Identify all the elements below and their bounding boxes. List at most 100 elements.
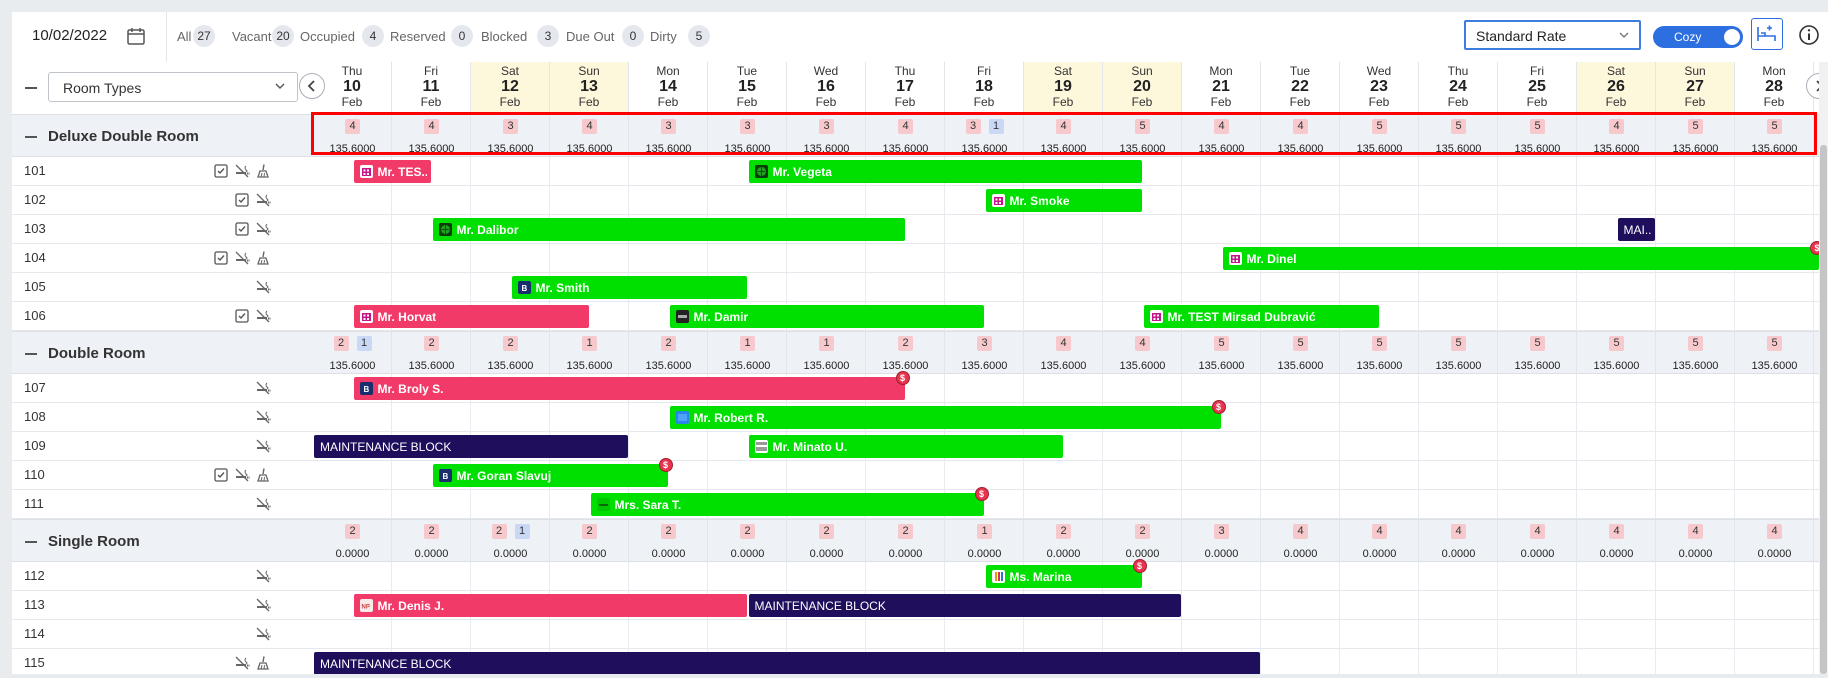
room-types-select[interactable]: Room Types (48, 72, 298, 102)
collapse-category-icon[interactable] (25, 135, 37, 138)
date-column-header[interactable]: Tue 22 Feb (1261, 62, 1340, 114)
date-column-header[interactable]: Sat 19 Feb (1024, 62, 1103, 114)
reservation-bar[interactable]: B Mr. Goran Slavuj $ (432, 458, 673, 487)
cleaning-icon (257, 656, 269, 670)
filter-occupied-label: Occupied (300, 29, 355, 44)
date-column-header[interactable]: Mon 14 Feb (629, 62, 708, 114)
reservation-bar[interactable]: Mr. Smoke (985, 189, 1142, 212)
reservation-bar[interactable]: Mr. TES... (353, 160, 431, 183)
room-row-110[interactable]: 110 (12, 461, 313, 490)
reservation-bar[interactable]: NP Mr. Denis J. (353, 594, 747, 617)
reservation-bar[interactable]: Mr. Vegeta (748, 160, 1142, 183)
date-column-header[interactable]: Fri 11 Feb (392, 62, 471, 114)
date-column-header[interactable]: Sat 12 Feb (471, 62, 550, 114)
reservation-guest-name: Mr. Smith (535, 281, 590, 295)
room-row-107[interactable]: 107 (12, 374, 313, 403)
collapse-category-icon[interactable] (25, 540, 37, 543)
maintenance-block[interactable]: MAINTENANCE BLOCK (314, 435, 628, 458)
cozy-view-toggle[interactable]: Cozy (1653, 26, 1743, 48)
reservation-bar[interactable]: Ms. Marina $ (985, 559, 1147, 588)
room-row-106[interactable]: 106 (12, 302, 313, 331)
room-number: 108 (24, 409, 46, 424)
no-smoking-icon (256, 222, 271, 236)
category-row-double-room[interactable]: Double Room (12, 331, 313, 374)
availability-cell: 4 135.6000 (550, 115, 629, 158)
date-column-header[interactable]: Sun 13 Feb (550, 62, 629, 114)
availability-badges: 4 (1024, 119, 1103, 134)
rate-price: 135.6000 (645, 143, 692, 155)
maintenance-block[interactable]: MAINTENANCE BLOCK (314, 652, 1260, 674)
reservation-bar[interactable]: Mr. Damir (669, 305, 984, 328)
reservation-bar[interactable]: Mrs. Sara T. $ (590, 487, 989, 516)
reservation-bar[interactable]: B Mr. Smith (511, 276, 747, 299)
availability-badges: 5 (1735, 119, 1814, 134)
room-grid-row: B Mr. Smith (313, 273, 1819, 302)
filter-dirty-count: 5 (688, 25, 710, 47)
date-column-header[interactable]: Sun 20 Feb (1103, 62, 1182, 114)
availability-cell: 5 135.6000 (1419, 115, 1498, 158)
maintenance-block[interactable]: MAINTENANCE BLOCK (748, 594, 1181, 617)
month-label: Feb (1368, 95, 1390, 109)
no-smoking-icon (234, 163, 250, 184)
reservation-bar[interactable]: Mr. Horvat (353, 305, 589, 328)
date-column-header[interactable]: Fri 25 Feb (1498, 62, 1577, 114)
chevron-left-icon (307, 80, 315, 92)
cleaning-icon (255, 655, 271, 676)
date-column-header[interactable]: Sat 26 Feb (1577, 62, 1656, 114)
room-number: 114 (24, 626, 45, 641)
date-column-header[interactable]: Thu 17 Feb (866, 62, 945, 114)
reservation-guest-name: Mr. Dalibor (456, 223, 519, 237)
maintenance-block[interactable]: MAI... (1617, 218, 1655, 241)
collapse-category-icon[interactable] (25, 352, 37, 355)
rate-price: 135.6000 (1356, 143, 1403, 155)
reservation-bar[interactable]: Mr. Minato U. (748, 435, 1063, 458)
rate-price: 0.0000 (967, 548, 1002, 560)
reservation-bar[interactable]: Mr. TEST Mirsad Dubravić (1143, 305, 1379, 328)
date-column-header[interactable]: Tue 15 Feb (708, 62, 787, 114)
available-count-badge: 5 (1530, 119, 1545, 134)
date-column-header[interactable]: Mon 28 Feb (1735, 62, 1814, 114)
room-row-101[interactable]: 101 (12, 157, 313, 186)
room-row-103[interactable]: 103 (12, 215, 313, 244)
info-icon[interactable] (1798, 24, 1820, 46)
room-row-104[interactable]: 104 (12, 244, 313, 273)
room-row-111[interactable]: 111 (12, 490, 313, 519)
date-column-header[interactable]: Mon 21 Feb (1182, 62, 1261, 114)
room-row-108[interactable]: 108 (12, 403, 313, 432)
availability-badges: 21 (313, 336, 392, 351)
availability-badges: 5 (1340, 119, 1419, 134)
weekday-label: Mon (656, 64, 680, 78)
day-number: 15 (738, 78, 756, 95)
category-row-deluxe-double-room[interactable]: Deluxe Double Room (12, 114, 313, 157)
room-row-105[interactable]: 105 (12, 273, 313, 302)
calendar-icon[interactable] (126, 26, 146, 46)
reservation-bar[interactable]: Mr. Dalibor (432, 218, 905, 241)
prev-dates-button[interactable] (299, 73, 325, 99)
room-row-113[interactable]: 113 (12, 591, 313, 620)
date-column-header[interactable]: Thu 24 Feb (1419, 62, 1498, 114)
date-column-header[interactable]: Fri 18 Feb (945, 62, 1024, 114)
date-column-header[interactable]: Sun 27 Feb (1656, 62, 1735, 114)
rate-price: 135.6000 (408, 143, 455, 155)
reservation-bar[interactable]: B Mr. Broly S. $ (353, 371, 910, 400)
reservation-bar[interactable]: Mr. Robert R. $ (669, 400, 1226, 429)
room-row-109[interactable]: 109 (12, 432, 313, 461)
available-count-badge: 2 (898, 524, 913, 539)
cleaning-icon (255, 163, 271, 184)
room-row-114[interactable]: 114 (12, 620, 313, 649)
date-column-header[interactable]: Wed 23 Feb (1340, 62, 1419, 114)
room-row-102[interactable]: 102 (12, 186, 313, 215)
rate-select[interactable]: Standard Rate (1464, 20, 1641, 50)
month-label: Feb (1526, 95, 1548, 109)
room-number: 109 (24, 438, 46, 453)
vertical-scrollbar-thumb[interactable] (1820, 145, 1827, 674)
rate-price: 0.0000 (1678, 548, 1713, 560)
category-row-single-room[interactable]: Single Room (12, 519, 313, 562)
date-display[interactable]: 10/02/2022 (32, 27, 107, 44)
collapse-all-icon[interactable] (25, 87, 37, 89)
room-row-112[interactable]: 112 (12, 562, 313, 591)
date-column-header[interactable]: Wed 16 Feb (787, 62, 866, 114)
add-bed-button[interactable] (1751, 18, 1783, 50)
reservation-bar[interactable]: Mr. Dinel $ (1222, 241, 1819, 270)
available-count-badge: 4 (1293, 119, 1308, 134)
